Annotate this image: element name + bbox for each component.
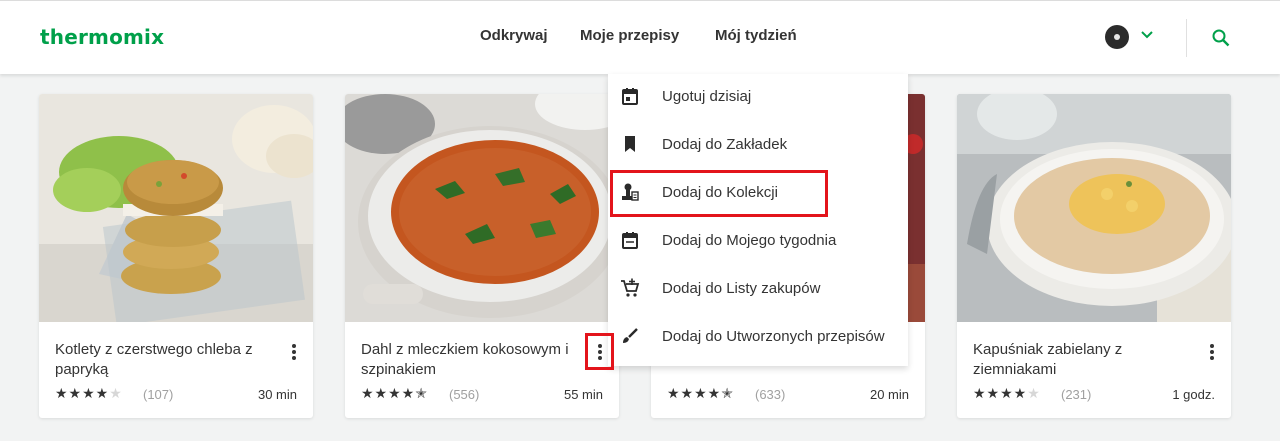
- top-navigation-bar: thermomix Odkrywaj Moje przepisy Mój tyd…: [0, 0, 1280, 74]
- thermomix-logo[interactable]: thermomix: [40, 25, 164, 49]
- menu-item-dodaj-do-zakladek[interactable]: Dodaj do Zakładek: [608, 124, 908, 164]
- chevron-down-icon[interactable]: [1139, 27, 1155, 43]
- menu-item-label: Ugotuj dzisiaj: [662, 88, 752, 105]
- menu-item-dodaj-do-kolekcji[interactable]: Dodaj do Kolekcji: [608, 172, 908, 212]
- bookmark-icon: [625, 136, 635, 152]
- rating-count: (556): [449, 387, 480, 402]
- more-vert-icon[interactable]: [593, 342, 607, 362]
- cook-time: 30 min: [257, 387, 297, 402]
- logo-text: thermomix: [40, 25, 165, 49]
- header-divider: [1186, 19, 1187, 57]
- rating-count: (107): [143, 387, 174, 402]
- user-avatar[interactable]: [1105, 25, 1129, 49]
- add-to-cart-icon: [621, 278, 640, 297]
- calendar-today-icon: [622, 88, 638, 105]
- menu-item-ugotuj-dzisiaj[interactable]: Ugotuj dzisiaj: [608, 76, 908, 116]
- cook-time: 1 godz.: [1172, 387, 1215, 402]
- nav-moje-przepisy[interactable]: Moje przepisy: [580, 27, 679, 44]
- calendar-week-icon: [622, 232, 638, 249]
- menu-item-label: Dodaj do Kolekcji: [662, 184, 778, 201]
- menu-item-label: Dodaj do Mojego tygodnia: [662, 232, 837, 249]
- recipe-context-menu: Ugotuj dzisiaj Dodaj do Zakładek Dodaj d…: [608, 74, 908, 366]
- rating-stars: ★★★★★: [973, 385, 1041, 401]
- rating-stars: ★★★★★: [55, 385, 123, 401]
- menu-item-dodaj-do-mojego-tygodnia[interactable]: Dodaj do Mojego tygodnia: [608, 220, 908, 260]
- rating-count: (633): [755, 387, 786, 402]
- recipe-image[interactable]: [345, 94, 619, 322]
- recipe-card[interactable]: Kotlety z czerstwego chleba z papryką ★★…: [39, 94, 313, 418]
- recipe-image[interactable]: [39, 94, 313, 322]
- recipe-title[interactable]: Dahl z mleczkiem kokosowym i szpinakiem: [361, 340, 583, 380]
- recipe-card[interactable]: Dahl z mleczkiem kokosowym i szpinakiem …: [345, 94, 619, 418]
- recipe-title[interactable]: Kotlety z czerstwego chleba z papryką: [55, 340, 277, 380]
- menu-item-dodaj-do-utworzonych-przepisow[interactable]: Dodaj do Utworzonych przepisów: [608, 316, 908, 356]
- rating-stars: ★★★★✭: [667, 385, 734, 401]
- recipe-title[interactable]: Kapuśniak zabielany z ziemniakami: [973, 340, 1195, 380]
- menu-item-label: Dodaj do Listy zakupów: [662, 280, 821, 297]
- nav-odkrywaj[interactable]: Odkrywaj: [480, 27, 548, 44]
- brush-icon: [623, 328, 638, 343]
- collection-icon: [622, 183, 639, 201]
- menu-item-label: Dodaj do Zakładek: [662, 136, 788, 153]
- recipe-image[interactable]: [957, 94, 1231, 322]
- rating-stars: ★★★★✭: [361, 385, 428, 401]
- nav-moj-tydzien[interactable]: Mój tydzień: [715, 27, 797, 44]
- menu-item-label: Dodaj do Utworzonych przepisów: [662, 328, 885, 345]
- more-vert-icon[interactable]: [287, 342, 301, 362]
- rating-count: (231): [1061, 387, 1092, 402]
- cook-time: 55 min: [563, 387, 603, 402]
- menu-item-dodaj-do-listy-zakupow[interactable]: Dodaj do Listy zakupów: [608, 268, 908, 308]
- cook-time: 20 min: [869, 387, 909, 402]
- search-icon[interactable]: [1212, 29, 1230, 47]
- more-vert-icon[interactable]: [1205, 342, 1219, 362]
- recipe-card[interactable]: Kapuśniak zabielany z ziemniakami ★★★★★ …: [957, 94, 1231, 418]
